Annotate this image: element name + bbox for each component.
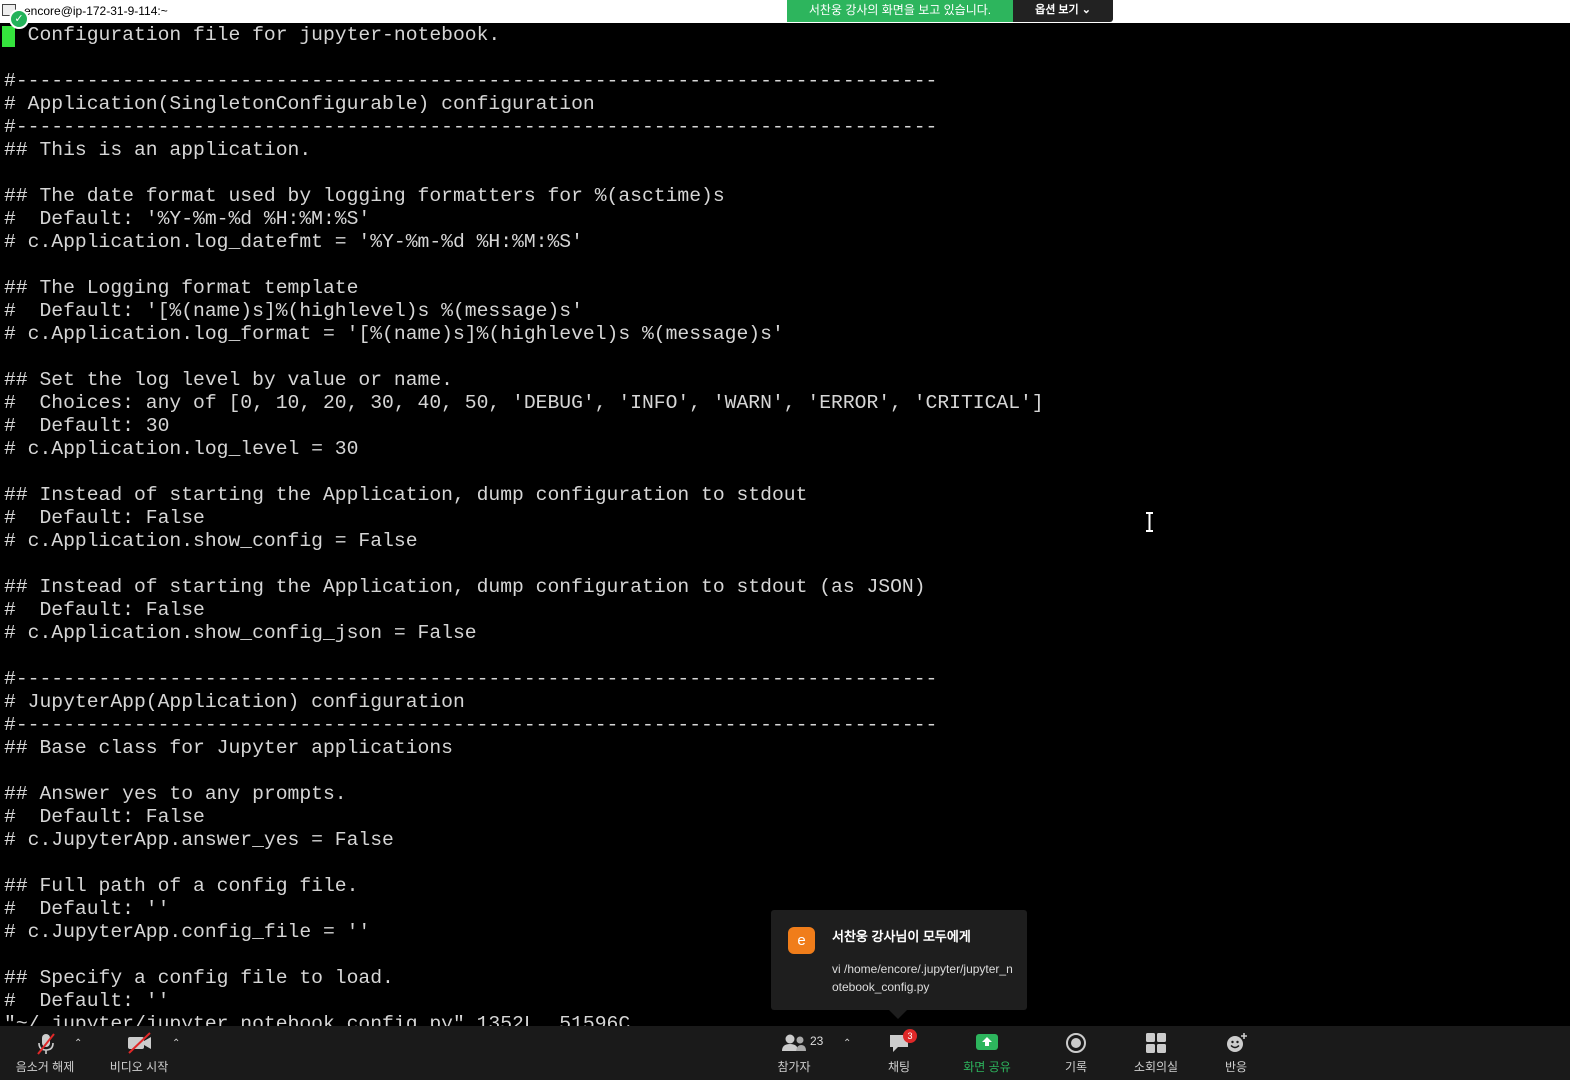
terminal-line: # Default: False [4,599,205,621]
microphone-muted-icon [37,1033,55,1055]
meeting-toolbar: 음소거 해제 ⌃ 비디오 시작 ⌃ 23 참가자 ⌃ 3 채팅 화면 공유 기록… [0,1026,1570,1080]
terminal-line: ## The date format used by logging forma… [4,185,725,207]
terminal-screen[interactable]: Configuration file for jupyter-notebook.… [0,23,1570,1026]
terminal-line: #---------------------------------------… [4,714,938,736]
share-screen-label: 화면 공유 [963,1060,1011,1074]
breakout-rooms-button[interactable]: 소회의실 [1126,1026,1186,1080]
record-button[interactable]: 기록 [1052,1026,1100,1080]
terminal-line: ## Full path of a config file. [4,875,359,897]
chat-message: vi /home/encore/.jupyter/jupyter_noteboo… [832,962,1013,994]
terminal-line: # Default: 30 [4,415,170,437]
breakout-rooms-icon [1146,1033,1166,1053]
terminal-line: ## Answer yes to any prompts. [4,783,347,805]
terminal-line: #---------------------------------------… [4,668,938,690]
view-options-button[interactable]: 옵션 보기 ⌄ [1013,0,1113,22]
terminal-line: ## Set the log level by value or name. [4,369,453,391]
terminal-line: # Application(SingletonConfigurable) con… [4,93,595,115]
participant-count: 23 [810,1034,824,1048]
terminal-line: # c.Application.show_config_json = False [4,622,477,644]
audio-options-caret[interactable]: ⌃ [74,1038,82,1049]
window-title: encore@ip-172-31-9-114:~ [24,4,168,18]
text-cursor-icon [1146,512,1153,532]
terminal-line: ## Base class for Jupyter applications [4,737,453,759]
terminal-line: # Default: '[%(name)s]%(highlevel)s %(me… [4,300,583,322]
chat-notification[interactable]: e 서찬웅 강사님이 모두에게 vi /home/encore/.jupyter… [771,910,1027,1010]
terminal-line: Configuration file for jupyter-notebook. [4,24,501,46]
participants-icon [782,1034,806,1051]
terminal-line: #---------------------------------------… [4,70,938,92]
terminal-line: # Default: '' [4,898,170,920]
mute-label: 음소거 해제 [15,1060,75,1074]
reactions-label: 반응 [1224,1060,1248,1074]
terminal-line: # c.JupyterApp.answer_yes = False [4,829,394,851]
terminal-line: # JupyterApp(Application) configuration [4,691,465,713]
participants-button[interactable]: 23 참가자 [766,1026,824,1080]
chat-sender: 서찬웅 강사님이 모두에게 [832,929,971,944]
terminal-line: ## Instead of starting the Application, … [4,484,808,506]
record-label: 기록 [1064,1060,1088,1074]
chat-button[interactable]: 3 채팅 [874,1026,924,1080]
terminal-line: # Choices: any of [0, 10, 20, 30, 40, 50… [4,392,1044,414]
chat-label: 채팅 [887,1060,911,1074]
video-label: 비디오 시작 [109,1060,169,1074]
share-screen-button[interactable]: 화면 공유 [952,1026,1022,1080]
record-icon [1066,1033,1086,1053]
terminal-line: #---------------------------------------… [4,116,938,138]
terminal-line: # c.Application.show_config = False [4,530,418,552]
encryption-shield-icon[interactable]: ✓ [9,9,29,29]
sender-avatar: e [788,927,815,954]
participants-label: 참가자 [777,1060,811,1074]
chat-unread-badge: 3 [903,1029,917,1043]
terminal-line: # c.Application.log_level = 30 [4,438,359,460]
terminal-line: # Default: False [4,806,205,828]
video-options-caret[interactable]: ⌃ [172,1038,180,1049]
terminal-line: # c.JupyterApp.config_file = '' [4,921,371,943]
terminal-line: # Default: '' [4,990,170,1012]
share-screen-icon [976,1034,998,1050]
terminal-line: # c.Application.log_format = '[%(name)s]… [4,323,784,345]
window-titlebar: encore@ip-172-31-9-114:~ [0,0,1570,23]
terminal-line: "~/.jupyter/jupyter_notebook_config.py" … [4,1013,631,1026]
reactions-button[interactable]: 반응 [1212,1026,1260,1080]
terminal-line: # c.Application.log_datefmt = '%Y-%m-%d … [4,231,583,253]
toast-pointer [889,1010,907,1019]
reaction-smiley-icon [1227,1033,1247,1052]
mute-button[interactable]: 음소거 해제 [5,1026,85,1080]
screen-share-banner: 서찬웅 강사의 화면을 보고 있습니다. [787,0,1013,22]
terminal-line: # Default: False [4,507,205,529]
terminal-line: ## Specify a config file to load. [4,967,394,989]
terminal-line: ## Instead of starting the Application, … [4,576,926,598]
video-button[interactable]: 비디오 시작 [100,1026,178,1080]
breakout-rooms-label: 소회의실 [1133,1060,1179,1074]
view-options-label: 옵션 보기 [1035,4,1079,16]
participants-options-caret[interactable]: ⌃ [843,1038,851,1049]
terminal-line: ## This is an application. [4,139,312,161]
chevron-down-icon: ⌄ [1081,4,1091,16]
video-off-icon [128,1032,151,1054]
terminal-line: ## The Logging format template [4,277,359,299]
terminal-line: # Default: '%Y-%m-%d %H:%M:%S' [4,208,371,230]
